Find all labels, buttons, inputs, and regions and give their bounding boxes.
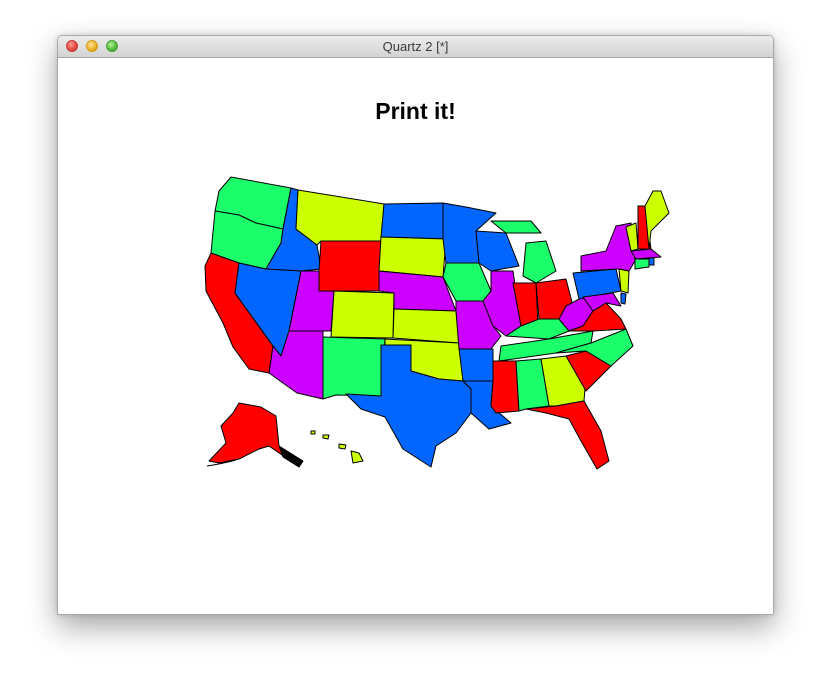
state-hawaii-kauai [310,430,316,435]
state-hawaii-big-island [350,450,364,464]
plot-area: Print it! [58,58,773,614]
state-delaware [620,292,627,305]
state-michigan-upper [490,220,542,234]
state-maine [644,190,670,250]
state-rhode-island [648,257,655,266]
state-mississippi [490,360,520,414]
state-massachusetts [630,248,662,260]
state-montana [295,189,385,246]
window-titlebar[interactable]: Quartz 2 [*] [58,36,773,58]
state-new-jersey [618,268,630,294]
state-florida [525,400,610,470]
state-wyoming [318,240,382,292]
state-hawaii-oahu [322,434,330,440]
state-connecticut [634,258,650,270]
quartz-window: Quartz 2 [*] Print it! [57,35,774,615]
us-states-map [204,176,670,470]
state-hawaii-maui [338,443,347,450]
window-title: Quartz 2 [*] [382,39,449,54]
state-wisconsin [475,230,520,272]
state-south-dakota [378,236,447,278]
state-arkansas [458,348,494,382]
alaska-panhandle [278,445,304,468]
state-north-dakota [380,202,447,240]
state-kansas [392,308,460,344]
state-colorado [330,290,395,339]
state-michigan [522,240,557,284]
state-new-mexico [322,336,386,400]
